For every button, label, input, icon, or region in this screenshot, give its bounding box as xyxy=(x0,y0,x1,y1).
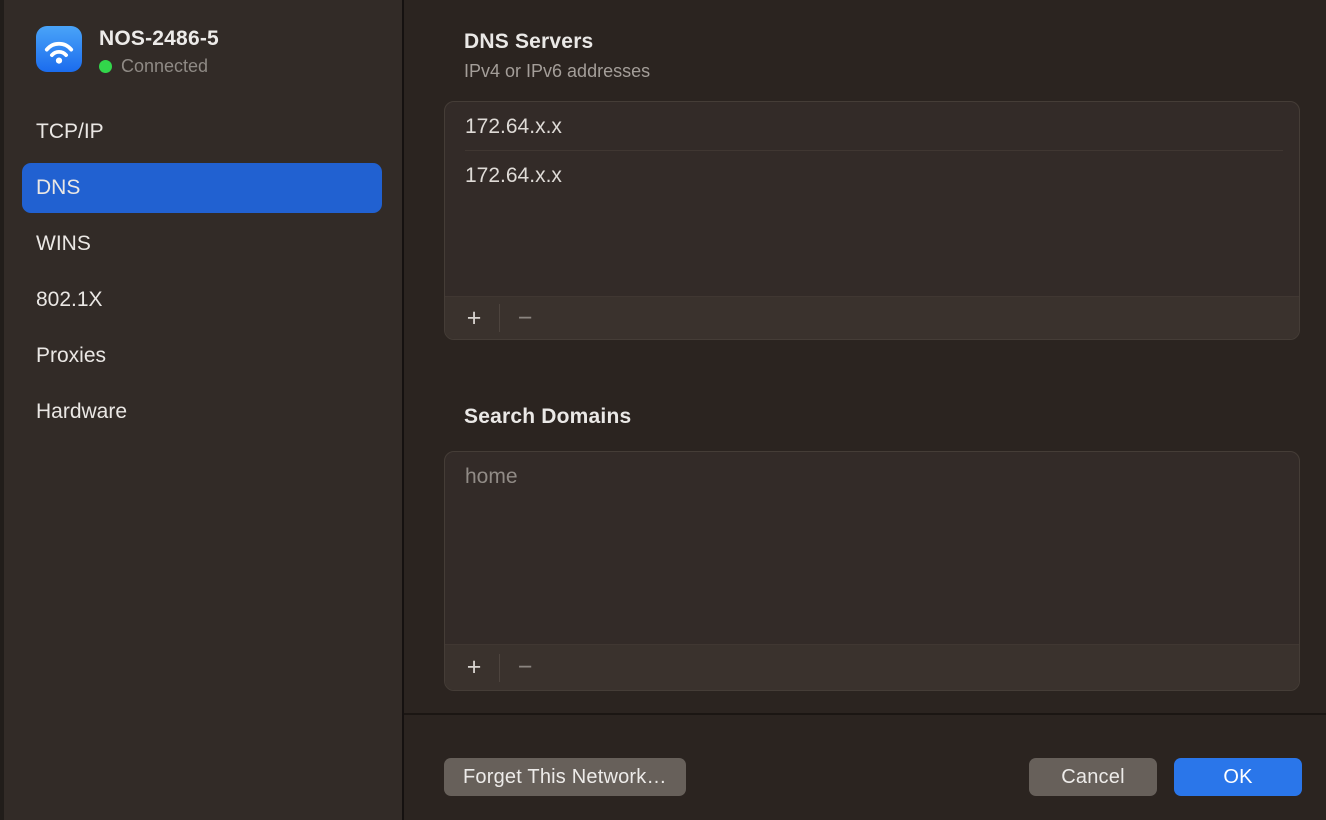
cancel-button[interactable]: Cancel xyxy=(1029,758,1157,796)
sidebar-item[interactable]: 802.1X xyxy=(22,275,382,325)
search-domain-value: home xyxy=(465,465,518,489)
search-domains-toolbar: + − xyxy=(445,644,1299,690)
sidebar-item-label: Hardware xyxy=(36,400,127,424)
sidebar-item[interactable]: TCP/IP xyxy=(22,107,382,157)
dns-server-row[interactable]: 172.64.x.x xyxy=(445,102,1299,151)
toolbar-divider xyxy=(499,654,500,682)
network-name: NOS-2486-5 xyxy=(99,26,219,52)
dns-servers-list: 172.64.x.x 172.64.x.x xyxy=(445,102,1299,296)
sidebar-item-label: 802.1X xyxy=(36,288,103,312)
dns-servers-toolbar: + − xyxy=(445,296,1299,339)
add-dns-server-button[interactable]: + xyxy=(455,297,493,339)
sidebar-item[interactable]: DNS xyxy=(22,163,382,213)
sidebar-item-label: TCP/IP xyxy=(36,120,104,144)
network-info: NOS-2486-5 Connected xyxy=(99,26,219,77)
add-search-domain-button[interactable]: + xyxy=(455,645,493,690)
dns-servers-title: DNS Servers xyxy=(464,30,1300,54)
network-details-dialog: NOS-2486-5 Connected TCP/IP DNS WINS xyxy=(0,0,1326,820)
remove-dns-server-button[interactable]: − xyxy=(506,297,544,339)
forget-network-button[interactable]: Forget This Network… xyxy=(444,758,686,796)
network-status: Connected xyxy=(99,56,219,77)
dns-servers-subtitle: IPv4 or IPv6 addresses xyxy=(464,61,1300,82)
dns-server-address: 172.64.x.x xyxy=(465,164,562,188)
sidebar-item-label: DNS xyxy=(36,176,80,200)
sidebar-item[interactable]: Proxies xyxy=(22,331,382,381)
sidebar-nav: TCP/IP DNS WINS 802.1X Proxies xyxy=(0,107,402,437)
toolbar-divider xyxy=(499,304,500,332)
search-domains-title: Search Domains xyxy=(464,405,1300,429)
remove-search-domain-button[interactable]: − xyxy=(506,645,544,690)
network-header: NOS-2486-5 Connected xyxy=(0,26,402,77)
connected-status-dot xyxy=(99,60,112,73)
search-domains-listbox: home + − xyxy=(444,451,1300,691)
sidebar-item[interactable]: Hardware xyxy=(22,387,382,437)
search-domains-list: home xyxy=(445,452,1299,644)
main-panel: DNS Servers IPv4 or IPv6 addresses 172.6… xyxy=(404,0,1326,820)
dialog-footer: Forget This Network… Cancel OK xyxy=(404,713,1326,820)
sidebar-item-label: Proxies xyxy=(36,344,106,368)
dns-server-address: 172.64.x.x xyxy=(465,115,562,139)
sidebar: NOS-2486-5 Connected TCP/IP DNS WINS xyxy=(0,0,404,820)
search-domain-row[interactable]: home xyxy=(445,452,1299,501)
connection-status-label: Connected xyxy=(121,56,208,77)
wifi-icon xyxy=(36,26,82,72)
ok-button[interactable]: OK xyxy=(1174,758,1302,796)
dns-servers-listbox: 172.64.x.x 172.64.x.x + − xyxy=(444,101,1300,340)
sidebar-item-label: WINS xyxy=(36,232,91,256)
sidebar-item[interactable]: WINS xyxy=(22,219,382,269)
main-content: DNS Servers IPv4 or IPv6 addresses 172.6… xyxy=(404,0,1326,691)
dns-server-row[interactable]: 172.64.x.x xyxy=(445,151,1299,200)
